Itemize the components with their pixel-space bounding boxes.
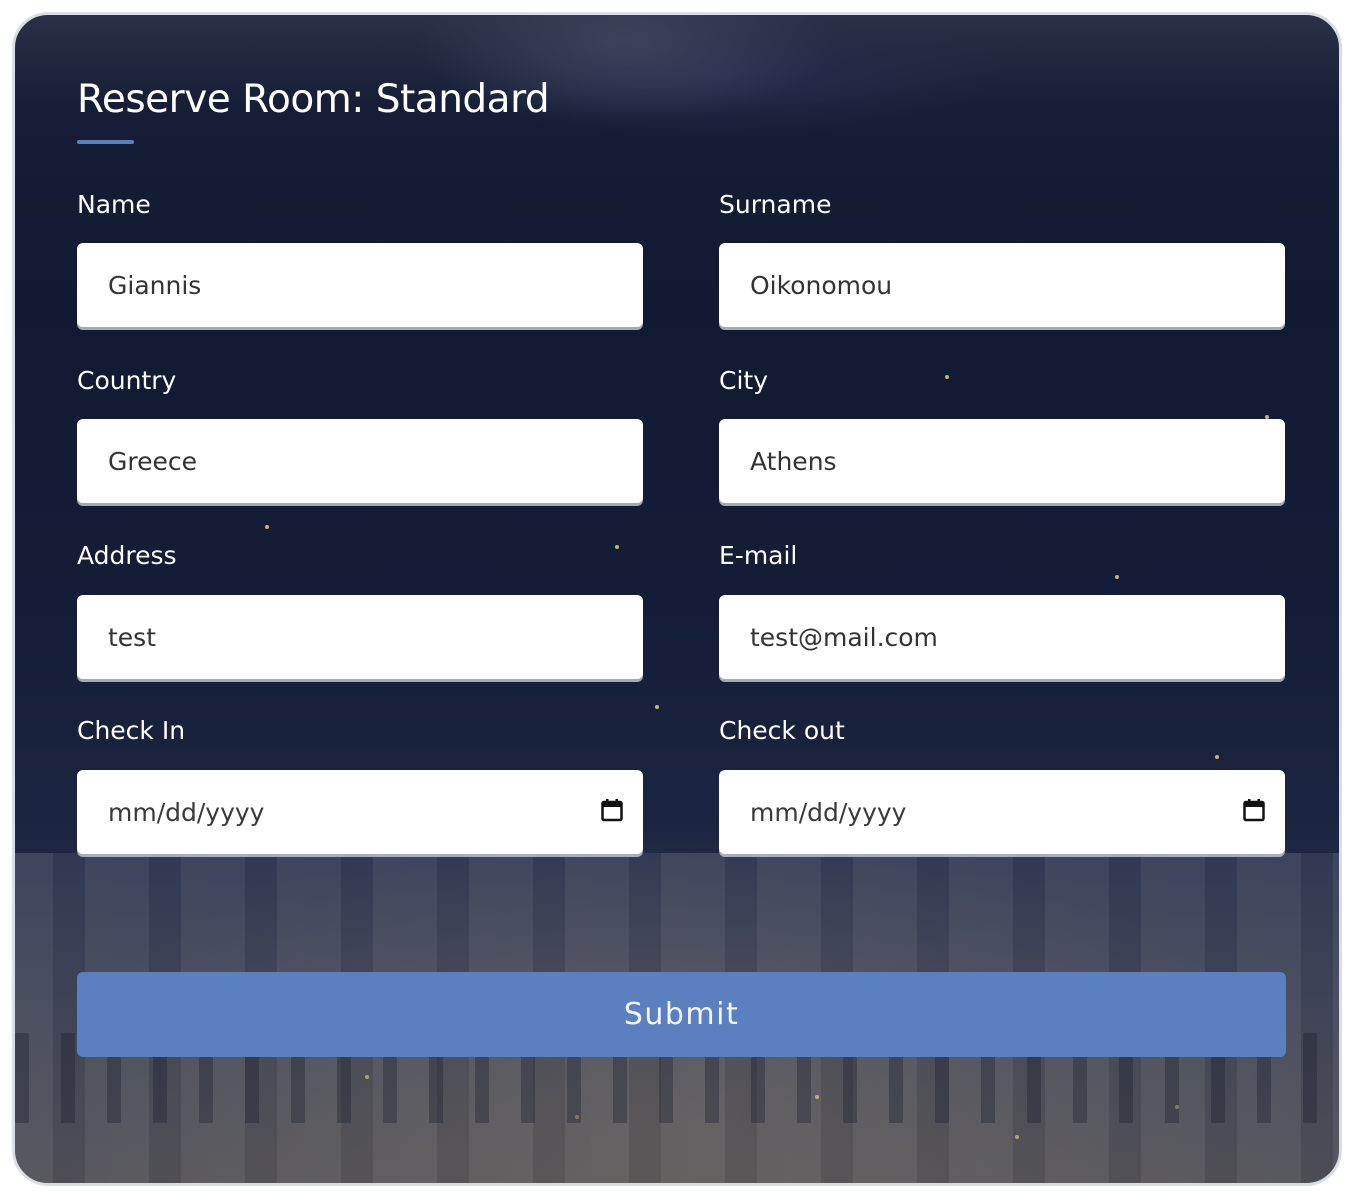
surname-field[interactable]: Oikonomou xyxy=(719,243,1285,327)
check-out-label: Check out xyxy=(719,716,845,745)
address-label: Address xyxy=(77,541,177,570)
submit-button[interactable]: Submit xyxy=(77,972,1286,1057)
check-out-placeholder: mm/dd/yyyy xyxy=(750,797,907,827)
calendar-icon[interactable] xyxy=(601,798,623,822)
country-field[interactable]: Greece xyxy=(77,419,643,503)
name-field[interactable]: Giannis xyxy=(77,243,643,327)
page-title: Reserve Room: Standard xyxy=(77,77,550,122)
city-label: City xyxy=(719,366,768,395)
check-in-date-input[interactable]: mm/dd/yyyy xyxy=(77,770,643,854)
email-field[interactable]: test@mail.com xyxy=(719,595,1285,679)
address-field[interactable]: test xyxy=(77,595,643,679)
title-underline xyxy=(77,140,134,144)
country-label: Country xyxy=(77,366,177,395)
check-in-placeholder: mm/dd/yyyy xyxy=(108,797,265,827)
city-field[interactable]: Athens xyxy=(719,419,1285,503)
email-label: E-mail xyxy=(719,541,798,570)
check-in-label: Check In xyxy=(77,716,186,745)
name-label: Name xyxy=(77,190,151,219)
surname-label: Surname xyxy=(719,190,832,219)
reservation-card: Reserve Room: Standard Name Giannis Surn… xyxy=(12,12,1342,1186)
calendar-icon[interactable] xyxy=(1243,798,1265,822)
check-out-date-input[interactable]: mm/dd/yyyy xyxy=(719,770,1285,854)
